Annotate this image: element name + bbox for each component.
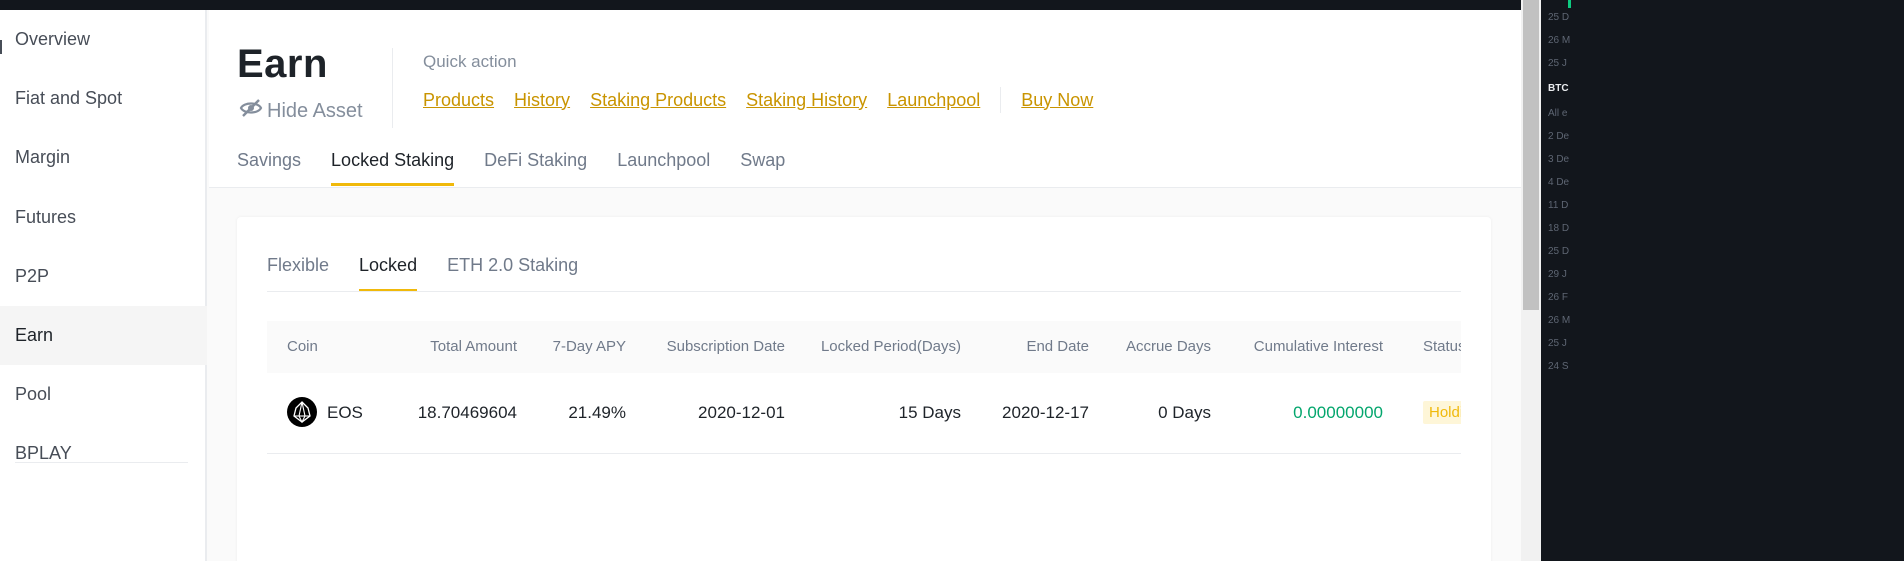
quick-action-links: Products History Staking Products Stakin… — [423, 87, 1113, 113]
hide-asset-toggle[interactable]: Hide Asset — [239, 98, 363, 124]
sidebar-item-label: Pool — [15, 384, 52, 404]
sidebar-item-label: Fiat and Spot — [15, 88, 123, 108]
col-coin: Coin — [287, 338, 318, 355]
col-status: Status — [1423, 338, 1461, 355]
col-7day-apy: 7-Day APY — [552, 338, 626, 355]
panel-line: 25 J — [1548, 58, 1567, 69]
total-amount: 18.70469604 — [417, 403, 517, 422]
launchpool-link[interactable]: Launchpool — [887, 90, 980, 111]
sidebar-item-fiat-and-spot[interactable]: Fiat and Spot — [0, 69, 207, 128]
panel-line: 2 De — [1548, 131, 1570, 142]
tab-locked-staking[interactable]: Locked Staking — [331, 150, 455, 186]
quick-action-divider — [1000, 87, 1002, 113]
panel-line: 25 D — [1548, 12, 1570, 23]
earn-tabs: Savings Locked Staking DeFi Staking Laun… — [237, 150, 815, 186]
subscription-date: 2020-12-01 — [698, 403, 785, 422]
tab-defi-staking[interactable]: DeFi Staking — [484, 150, 587, 186]
col-subscription-date: Subscription Date — [666, 338, 785, 355]
sidebar-item-earn[interactable]: Earn — [0, 306, 207, 365]
buy-now-link[interactable]: Buy Now — [1021, 90, 1093, 111]
col-cumulative-interest: Cumulative Interest — [1253, 338, 1383, 355]
sidebar-item-label: BPLAY — [15, 443, 72, 463]
col-accrue-days: Accrue Days — [1125, 338, 1211, 355]
sidebar-item-bplay[interactable]: BPLAY — [0, 424, 207, 483]
panel-line: 3 De — [1548, 154, 1570, 165]
sidebar-item-label: Earn — [15, 325, 54, 345]
sidebar-item-overview[interactable]: Overview — [0, 10, 207, 69]
top-bar — [0, 0, 1521, 10]
sidebar-item-p2p[interactable]: P2P — [0, 247, 207, 306]
products-link[interactable]: Products — [423, 90, 494, 111]
end-date: 2020-12-17 — [1002, 403, 1089, 422]
panel-line: 29 J — [1548, 269, 1567, 280]
sidebar-item-pool[interactable]: Pool — [0, 365, 207, 424]
staking-table: Coin Total Amount 7-Day APY Subscription… — [267, 321, 1461, 561]
panel-line: 18 D — [1548, 223, 1570, 234]
sidebar-item-label: P2P — [15, 266, 50, 286]
right-side-panel: 25 D 26 M 25 J BTC All e 2 De 3 De 4 De … — [1541, 0, 1904, 561]
panel-line: 24 S — [1548, 361, 1569, 372]
hide-asset-label: Hide Asset — [267, 99, 363, 122]
accrue-days: 0 Days — [1158, 403, 1211, 422]
status-badge: Holding — [1423, 401, 1461, 424]
header-divider — [392, 48, 393, 128]
scrollbar-thumb[interactable] — [1523, 0, 1539, 310]
history-link[interactable]: History — [514, 90, 570, 111]
coin-name: EOS — [327, 403, 363, 422]
staking-subtabs: Flexible Locked ETH 2.0 Staking — [267, 255, 608, 292]
sidebar-item-label: Margin — [15, 147, 71, 167]
panel-line: 26 M — [1548, 35, 1571, 46]
locked-period: 15 Days — [898, 403, 961, 422]
subtab-eth2-staking[interactable]: ETH 2.0 Staking — [447, 255, 578, 292]
panel-line: 26 M — [1548, 315, 1571, 326]
sidebar-item-label: Futures — [15, 207, 77, 227]
page-header: Earn Hide Asset Quick action Products Hi… — [209, 10, 1521, 188]
panel-line: 11 D — [1548, 200, 1569, 211]
sidebar: Overview Fiat and Spot Margin Futures P2… — [0, 10, 207, 561]
cumulative-interest: 0.00000000 — [1293, 403, 1383, 422]
eye-off-icon — [239, 98, 267, 124]
quick-action-label: Quick action — [423, 52, 517, 71]
apy-value: 21.49% — [568, 403, 626, 422]
tab-swap[interactable]: Swap — [740, 150, 785, 186]
col-total-amount: Total Amount — [430, 338, 517, 355]
page-title: Earn — [237, 42, 328, 86]
staking-card: Flexible Locked ETH 2.0 Staking Coin Tot… — [237, 217, 1491, 561]
eos-coin-icon — [287, 397, 317, 427]
subtab-locked[interactable]: Locked — [359, 255, 418, 292]
panel-line: All e — [1548, 108, 1568, 119]
col-end-date: End Date — [1026, 338, 1089, 355]
sidebar-item-margin[interactable]: Margin — [0, 128, 207, 187]
panel-accent — [1568, 0, 1571, 8]
tab-savings[interactable]: Savings — [237, 150, 301, 186]
tab-launchpool[interactable]: Launchpool — [617, 150, 710, 186]
panel-line: 25 D — [1548, 246, 1570, 257]
col-locked-period: Locked Period(Days) — [820, 338, 961, 355]
sidebar-item-futures[interactable]: Futures — [0, 188, 207, 247]
panel-line: BTC — [1548, 83, 1569, 94]
panel-line: 4 De — [1548, 177, 1570, 188]
table-row: EOS 18.70469604 21.49% 2020-12-01 15 Day… — [267, 373, 1461, 454]
staking-products-link[interactable]: Staking Products — [590, 90, 726, 111]
subtab-flexible[interactable]: Flexible — [267, 255, 329, 292]
panel-line: 25 J — [1548, 338, 1567, 349]
panel-line: 26 F — [1548, 292, 1569, 303]
sidebar-item-label: Overview — [15, 29, 91, 49]
subtabs-divider — [267, 291, 1461, 292]
table-header: Coin Total Amount 7-Day APY Subscription… — [267, 321, 1461, 373]
staking-history-link[interactable]: Staking History — [746, 90, 867, 111]
